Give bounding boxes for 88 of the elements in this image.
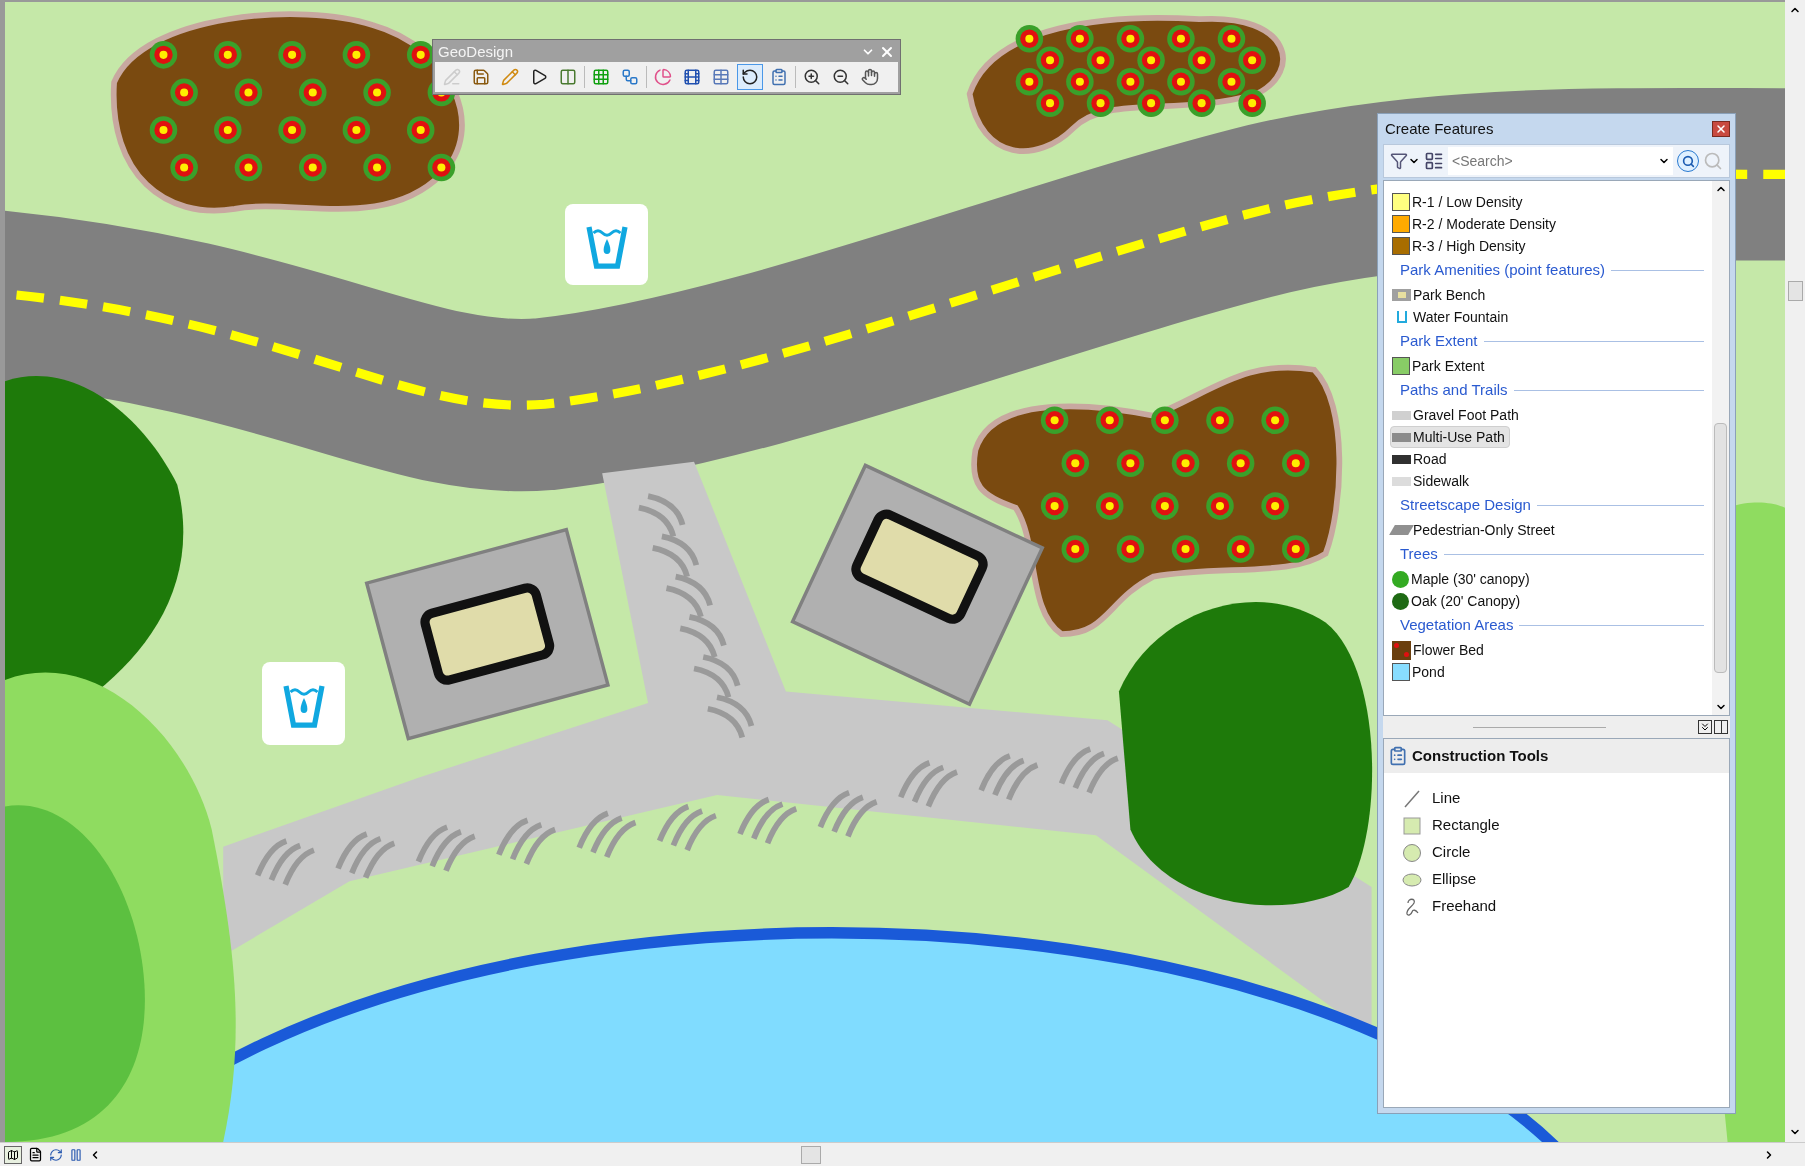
pencil-icon bbox=[501, 68, 519, 86]
toolbar-title: GeoDesign bbox=[438, 41, 515, 62]
section-heading: Construction Tools bbox=[1412, 745, 1549, 766]
layout-view-icon[interactable] bbox=[28, 1147, 43, 1162]
template-label: Pond bbox=[1412, 662, 1445, 682]
template-label: Sidewalk bbox=[1413, 471, 1470, 491]
feature-template[interactable]: R-2 / Moderate Density bbox=[1390, 213, 1561, 235]
search-icon bbox=[1703, 151, 1723, 171]
scroll-thumb[interactable] bbox=[1787, 281, 1803, 301]
checklist-icon bbox=[1388, 746, 1408, 766]
hand-icon bbox=[861, 68, 879, 86]
close-button[interactable] bbox=[1712, 121, 1730, 137]
construction-tool[interactable]: Circle bbox=[1402, 839, 1729, 866]
construction-tool[interactable]: Freehand bbox=[1402, 893, 1729, 920]
template-label: Gravel Foot Path bbox=[1413, 405, 1519, 425]
water-fountain-icon bbox=[565, 204, 648, 285]
feature-template[interactable]: Flower Bed bbox=[1390, 639, 1489, 661]
search-icon bbox=[1681, 154, 1695, 168]
rectangle-icon bbox=[1402, 815, 1422, 836]
feature-template[interactable]: Road bbox=[1390, 448, 1452, 470]
feature-template[interactable]: Pond bbox=[1390, 661, 1450, 683]
dropdown-button[interactable] bbox=[1655, 147, 1673, 175]
water-fountain-icon bbox=[262, 662, 345, 745]
template-label: Multi-Use Path bbox=[1413, 427, 1505, 447]
feature-template[interactable]: Gravel Foot Path bbox=[1390, 404, 1524, 426]
feature-template[interactable]: Oak (20' Canopy) bbox=[1390, 590, 1526, 612]
table-icon bbox=[712, 68, 730, 86]
grid-icon bbox=[592, 68, 610, 86]
toolbar-button[interactable] bbox=[737, 64, 763, 90]
vertical-scrollbar[interactable] bbox=[1785, 0, 1805, 1142]
feature-template[interactable]: Park Bench bbox=[1390, 284, 1491, 306]
close-icon bbox=[1715, 123, 1727, 135]
feature-template[interactable]: Pedestrian-Only Street bbox=[1390, 519, 1560, 541]
zoom-in-icon bbox=[803, 68, 821, 86]
construction-tool[interactable]: Rectangle bbox=[1402, 812, 1729, 839]
feature-template[interactable]: Maple (30' canopy) bbox=[1390, 568, 1535, 590]
vertical-scrollbar[interactable] bbox=[1712, 181, 1729, 715]
rotate-icon bbox=[741, 68, 759, 86]
template-label: Flower Bed bbox=[1413, 640, 1484, 660]
feature-template[interactable]: Sidewalk bbox=[1390, 470, 1475, 492]
checklist-icon bbox=[770, 68, 788, 86]
scroll-thumb[interactable] bbox=[1714, 423, 1727, 673]
scroll-thumb[interactable] bbox=[801, 1145, 821, 1164]
group-heading: Paths and Trails bbox=[1400, 380, 1508, 401]
template-label: R-3 / High Density bbox=[1412, 236, 1526, 256]
filter-button[interactable] bbox=[1390, 152, 1420, 170]
group-heading: Park Amenities (point features) bbox=[1400, 260, 1606, 281]
circle-icon bbox=[1402, 842, 1422, 863]
pie-chart-icon bbox=[654, 68, 672, 86]
construction-tool[interactable]: Line bbox=[1402, 785, 1729, 812]
template-label: Road bbox=[1413, 449, 1447, 469]
split-icon[interactable] bbox=[1714, 720, 1728, 734]
template-label: Water Fountain bbox=[1413, 307, 1509, 327]
feature-template[interactable]: R-1 / Low Density bbox=[1390, 191, 1528, 213]
pencil-icon bbox=[443, 68, 461, 86]
close-icon[interactable] bbox=[879, 44, 895, 60]
zoom-out-icon bbox=[832, 68, 850, 86]
group-heading: Streetscape Design bbox=[1400, 495, 1531, 516]
feature-template[interactable]: Multi-Use Path bbox=[1390, 426, 1510, 448]
template-label: Park Extent bbox=[1412, 356, 1485, 376]
refresh-icon[interactable] bbox=[49, 1147, 63, 1162]
feature-template[interactable]: Water Fountain bbox=[1390, 306, 1514, 328]
group-heading: Vegetation Areas bbox=[1400, 615, 1514, 636]
group-heading: Park Extent bbox=[1400, 331, 1478, 352]
template-label: Park Bench bbox=[1413, 285, 1486, 305]
data-view-button[interactable] bbox=[4, 1145, 22, 1164]
map-icon bbox=[7, 1148, 19, 1161]
triangle-icon bbox=[530, 68, 548, 86]
feature-template[interactable]: Park Extent bbox=[1390, 355, 1490, 377]
panel-title: Create Features bbox=[1385, 118, 1495, 139]
feature-template[interactable]: R-3 / High Density bbox=[1390, 235, 1531, 257]
organize-icon[interactable] bbox=[1424, 151, 1444, 171]
search-field[interactable]: <Search> bbox=[1448, 147, 1655, 175]
template-label: Oak (20' Canopy) bbox=[1411, 591, 1521, 611]
construction-tool[interactable]: Ellipse bbox=[1402, 866, 1729, 893]
template-label: R-2 / Moderate Density bbox=[1412, 214, 1556, 234]
columns-icon bbox=[559, 68, 577, 86]
group-heading: Trees bbox=[1400, 544, 1438, 565]
film-icon bbox=[683, 68, 701, 86]
workflow-icon bbox=[621, 68, 639, 86]
template-label: Maple (30' canopy) bbox=[1411, 569, 1530, 589]
pause-icon[interactable] bbox=[69, 1147, 83, 1162]
search-button[interactable] bbox=[1677, 150, 1699, 172]
filter-icon bbox=[1390, 152, 1408, 170]
template-label: R-1 / Low Density bbox=[1412, 192, 1523, 212]
collapse-icon[interactable] bbox=[1698, 720, 1712, 734]
line-icon bbox=[1402, 788, 1422, 809]
template-label: Pedestrian-Only Street bbox=[1413, 520, 1555, 540]
